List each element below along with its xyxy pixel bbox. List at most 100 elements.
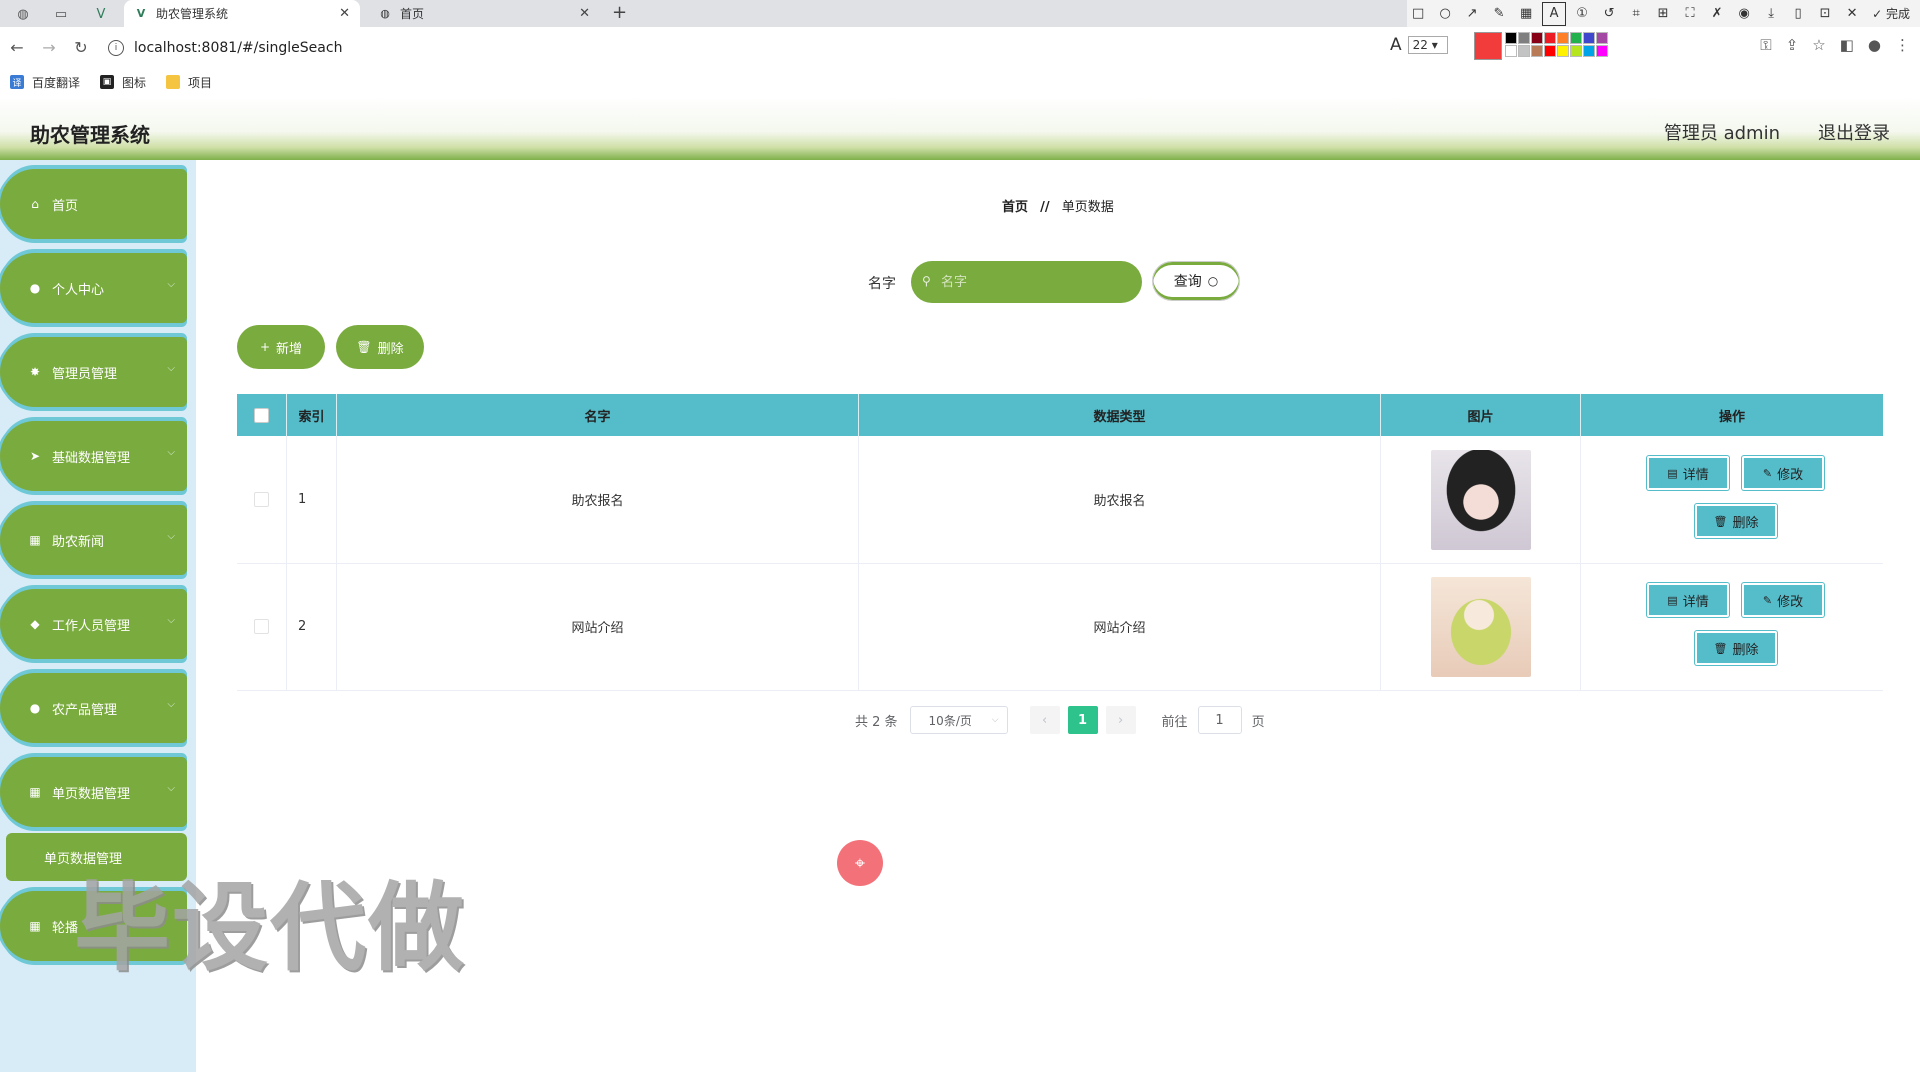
forward-icon[interactable]: → [38, 36, 60, 58]
profile-icon[interactable]: ● [1868, 36, 1881, 54]
sidebar-item-label: 单页数据管理 [52, 786, 131, 802]
row-thumbnail[interactable] [1430, 449, 1531, 550]
translate-icon[interactable]: ⊞ [1652, 3, 1674, 25]
chevron-down-icon: ⌵ [167, 615, 175, 626]
new-tab-icon[interactable]: + [612, 2, 627, 23]
sidebar-item-single-page[interactable]: ▦ 单页数据管理 ⌵ [0, 757, 187, 827]
globe-icon[interactable]: ◍ [12, 3, 34, 25]
arrow-icon[interactable]: ↗ [1461, 3, 1483, 25]
sidebar-item-profile[interactable]: ● 个人中心 ⌵ [0, 253, 187, 323]
menu-icon[interactable]: ⋮ [1895, 36, 1910, 54]
sidebar-item-base-data[interactable]: ➤ 基础数据管理 ⌵ [0, 421, 187, 491]
rectangle-icon[interactable]: □ [1407, 3, 1429, 25]
plus-icon: + [259, 340, 271, 354]
pen-icon[interactable]: ✎ [1488, 3, 1510, 25]
close-icon[interactable]: ✕ [1841, 3, 1863, 25]
logout-link[interactable]: 退出登录 [1818, 119, 1890, 145]
pin-icon[interactable]: ✗ [1706, 3, 1728, 25]
close-icon[interactable]: ✕ [339, 6, 350, 21]
current-user: 管理员 admin [1663, 123, 1780, 144]
mosaic-icon[interactable]: ▦ [1515, 3, 1537, 25]
color-swatch[interactable] [1518, 32, 1530, 44]
page-size-select[interactable]: 10条/页 ⌵ [909, 706, 1008, 734]
bookmark-translate[interactable]: 译 百度翻译 [10, 74, 80, 91]
back-icon[interactable]: ← [6, 36, 28, 58]
row-delete-button[interactable]: 🗑 删除 [1695, 504, 1777, 538]
edit-button[interactable]: ✎ 修改 [1742, 456, 1824, 490]
sidebar-item-products[interactable]: ● 农产品管理 ⌵ [0, 673, 187, 743]
bookmark-icons[interactable]: ▣ 图标 [100, 74, 146, 91]
header-index: 索引 [287, 394, 337, 436]
font-size-select[interactable]: 22 ▾ [1407, 36, 1448, 54]
undo-icon[interactable]: ↺ [1598, 3, 1620, 25]
sidebar-item-home[interactable]: ⌂ 首页 [0, 169, 187, 239]
circle-icon[interactable]: ○ [1434, 3, 1456, 25]
tab-app[interactable]: V 助农管理系统 ✕ [124, 0, 360, 27]
edit-button[interactable]: ✎ 修改 [1742, 583, 1824, 617]
color-swatch[interactable] [1544, 32, 1556, 44]
color-swatch[interactable] [1583, 32, 1595, 44]
page-number-button[interactable]: 1 [1067, 706, 1098, 734]
url-field[interactable]: i localhost:8081/#/singleSeach [108, 35, 1378, 61]
record-icon[interactable]: ◉ [1733, 3, 1755, 25]
color-swatch[interactable] [1596, 32, 1608, 44]
download-icon[interactable]: ⤓ [1760, 3, 1782, 25]
phone-icon[interactable]: ▯ [1787, 3, 1809, 25]
tab-thumbnail-icon[interactable]: ▭ [50, 3, 72, 25]
done-label: 完成 [1885, 7, 1910, 21]
key-icon[interactable]: ⚿ [1760, 36, 1771, 54]
row-checkbox[interactable] [254, 492, 269, 507]
row-actions-cell: ▤ 详情 ✎ 修改 🗑 删除 [1581, 563, 1883, 690]
color-swatch[interactable] [1505, 45, 1517, 57]
current-color-swatch[interactable] [1474, 32, 1502, 60]
color-swatch[interactable] [1518, 45, 1530, 57]
color-swatch[interactable] [1570, 45, 1582, 57]
row-thumbnail[interactable] [1430, 576, 1531, 677]
color-swatch[interactable] [1505, 32, 1517, 44]
bookmark-project[interactable]: 项目 [166, 74, 212, 91]
color-swatch[interactable] [1557, 45, 1569, 57]
sidebar-item-news[interactable]: ▦ 助农新闻 ⌵ [0, 505, 187, 575]
sidebar-item-staff[interactable]: ◆ 工作人员管理 ⌵ [0, 589, 187, 659]
row-checkbox[interactable] [254, 619, 269, 634]
share-icon[interactable]: ⇪ [1786, 36, 1799, 54]
crop-icon[interactable]: ⌗ [1625, 3, 1647, 25]
reload-icon[interactable]: ↻ [70, 36, 92, 58]
add-button[interactable]: + 新增 [237, 325, 325, 369]
row-delete-button[interactable]: 🗑 删除 [1695, 631, 1777, 665]
sidebar-item-admin[interactable]: ✸ 管理员管理 ⌵ [0, 337, 187, 407]
detail-button[interactable]: ▤ 详情 [1647, 583, 1729, 617]
color-swatch[interactable] [1596, 45, 1608, 57]
breadcrumb-home[interactable]: 首页 [1002, 200, 1028, 215]
color-swatch[interactable] [1570, 32, 1582, 44]
color-swatch[interactable] [1531, 32, 1543, 44]
vue-icon[interactable]: V [90, 3, 112, 25]
goto-page-input[interactable]: 1 [1197, 706, 1242, 734]
sidepanel-icon[interactable]: ◧ [1840, 36, 1854, 54]
bookmark-label: 图标 [122, 75, 147, 90]
color-swatch[interactable] [1544, 45, 1556, 57]
delete-button[interactable]: 🗑 删除 [336, 325, 424, 369]
star-icon[interactable]: ☆ [1812, 36, 1825, 54]
detail-button[interactable]: ▤ 详情 [1647, 456, 1729, 490]
bookmark-icon[interactable]: ⊡ [1814, 3, 1836, 25]
search-input[interactable] [911, 261, 1142, 303]
prev-page-button[interactable]: ‹ [1029, 706, 1060, 734]
query-button[interactable]: 查询 ○ [1152, 261, 1240, 301]
tab-home[interactable]: ◍ 首页 ✕ [368, 0, 600, 27]
color-swatch[interactable] [1583, 45, 1595, 57]
color-swatch[interactable] [1531, 45, 1543, 57]
chevron-down-icon: ⌵ [167, 363, 175, 374]
floating-crosshair-button[interactable]: ⌖ [837, 840, 883, 886]
close-icon[interactable]: ✕ [579, 6, 590, 21]
text-icon[interactable]: A [1542, 1, 1567, 26]
sidebar-item-label: 管理员管理 [52, 366, 118, 382]
scan-icon[interactable]: ⛶ [1679, 3, 1701, 25]
done-button[interactable]: ✓ 完成 [1868, 5, 1914, 22]
header-name: 名字 [337, 394, 859, 436]
select-all-checkbox[interactable] [254, 407, 269, 423]
color-swatch[interactable] [1557, 32, 1569, 44]
info-icon[interactable]: i [108, 40, 124, 56]
next-page-button[interactable]: › [1105, 706, 1136, 734]
number-icon[interactable]: ① [1571, 3, 1593, 25]
